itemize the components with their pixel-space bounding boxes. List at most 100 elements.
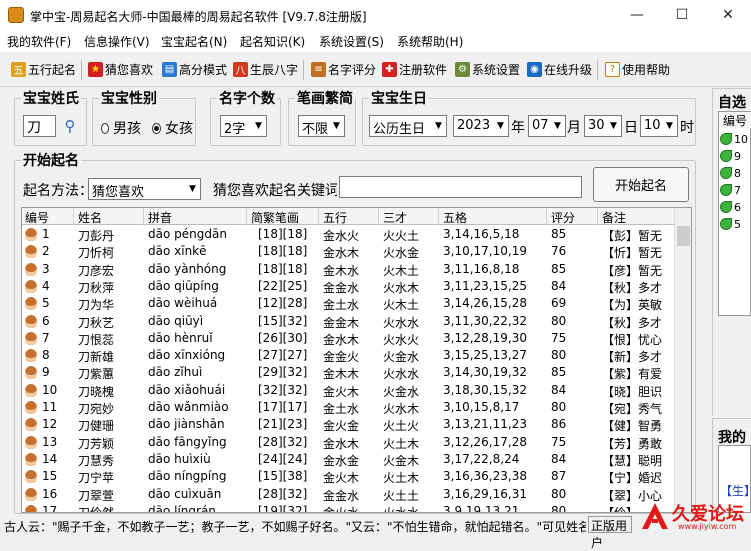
col-wuge-header[interactable]: 五格 bbox=[443, 209, 467, 226]
table-row[interactable]: 10 刀晓槐 dāo xiǎohuái [32][32] 金火木 火金水 3,18,30,1… bbox=[22, 382, 674, 399]
keyword-input[interactable] bbox=[339, 176, 582, 198]
calendar-type-select[interactable]: 公历生日 ▼ bbox=[369, 115, 447, 137]
tb-bazi-button[interactable]: 八生辰八字 bbox=[233, 58, 298, 80]
menu-baby-naming[interactable]: 宝宝起名(N) bbox=[161, 33, 227, 50]
table-row[interactable]: 12 刀健珊 dāo jiànshān [21][23] 金火金 火土火 3,13,21,1… bbox=[22, 416, 674, 433]
favorites-title: 自选 bbox=[718, 95, 746, 111]
surname-input[interactable]: 刀 bbox=[23, 115, 56, 137]
table-row[interactable]: 4 刀秋萍 dāo qiūpíng [22][25] 金金水 火水木 3,11,23,15,… bbox=[22, 278, 674, 295]
table-row[interactable]: 7 刀恨蕊 dāo hènruǐ [26][30] 金水木 火水火 3,12,28,19,3… bbox=[22, 330, 674, 347]
hour-select[interactable]: 10 ▼ bbox=[640, 115, 678, 137]
col-sancai-header[interactable]: 三才 bbox=[383, 209, 407, 226]
col-score-cell: 75 bbox=[551, 330, 567, 345]
method-select[interactable]: 猜您喜欢 ▼ bbox=[88, 178, 201, 200]
column-divider[interactable] bbox=[143, 208, 144, 225]
table-row[interactable]: 16 刀翠萱 dāo cuìxuān [28][32] 金金水 火土土 3,16,29,16… bbox=[22, 486, 674, 503]
col-wuge-cell: 3,16,36,23,38 bbox=[443, 469, 527, 484]
tb-guess-button[interactable]: ★ 猜您喜欢 bbox=[88, 58, 153, 80]
col-remark-cell: 【宛】秀气 bbox=[602, 402, 663, 416]
start-naming-label: 开始起名 bbox=[23, 153, 79, 169]
menu-info-ops[interactable]: 信息操作(V) bbox=[84, 33, 150, 50]
table-row[interactable]: 14 刀慧秀 dāo huìxiù [24][24] 金水金 火金木 3,17,22,8,2… bbox=[22, 451, 674, 468]
month-select[interactable]: 07 ▼ bbox=[528, 115, 566, 137]
table-row[interactable]: 6 刀秋艺 dāo qiūyì [15][32] 金金木 火水水 3,11,30,22,32… bbox=[22, 313, 674, 330]
table-row[interactable]: 1 刀彭丹 dāo péngdān [18][18] 金水火 火火土 3,14,16,5,1… bbox=[22, 226, 674, 243]
start-naming-button[interactable]: 开始起名 bbox=[593, 167, 689, 202]
baby-icon bbox=[25, 245, 37, 259]
table-row[interactable]: 8 刀新雄 dāo xīnxióng [27][27] 金金火 火金水 3,15,25,13… bbox=[22, 347, 674, 364]
year-select[interactable]: 2023 ▼ bbox=[453, 115, 509, 137]
baby-icon bbox=[25, 228, 37, 241]
leaf-icon bbox=[720, 218, 732, 230]
col-number-cell: 11 bbox=[42, 400, 58, 414]
col-number-cell: 9 bbox=[42, 365, 50, 380]
minimize-button[interactable]: — bbox=[614, 0, 660, 30]
menu-my-software[interactable]: 我的软件(F) bbox=[7, 33, 71, 50]
favorite-item[interactable]: 9 bbox=[720, 148, 751, 164]
tb-five-elements-button[interactable]: 五五行起名 bbox=[11, 58, 76, 80]
col-number-header[interactable]: 编号 bbox=[25, 209, 49, 226]
favorite-item[interactable]: 8 bbox=[720, 165, 751, 181]
column-divider[interactable] bbox=[73, 208, 74, 225]
name-count-select[interactable]: 2字 ▼ bbox=[220, 115, 267, 137]
favorite-item-label: 8 bbox=[734, 166, 741, 180]
favorite-item[interactable]: 7 bbox=[720, 182, 751, 198]
col-wuxing-header[interactable]: 五行 bbox=[323, 209, 347, 226]
favorite-item[interactable]: 6 bbox=[720, 199, 751, 215]
favorite-item[interactable]: 5 bbox=[720, 216, 751, 232]
baby-icon bbox=[25, 470, 37, 484]
menu-system-help[interactable]: 系统帮助(H) bbox=[397, 33, 463, 50]
maximize-button[interactable]: ☐ bbox=[659, 0, 705, 30]
search-icon[interactable]: ⚲ bbox=[59, 115, 81, 137]
tb-settings-button[interactable]: ⚙ 系统设置 bbox=[455, 58, 520, 80]
baby-icon bbox=[25, 331, 37, 345]
col-score-cell: 85 bbox=[551, 227, 567, 241]
stroke-select[interactable]: 不限 ▼ bbox=[298, 115, 345, 137]
table-row[interactable]: 9 刀紫蕙 dāo zǐhuì [29][32] 金木木 火水水 3,14,30,19,32… bbox=[22, 364, 674, 381]
table-row[interactable]: 17 刀伶然 dāo língrán [19][32] 金火水 火水水 3,9,19,13,… bbox=[22, 503, 674, 512]
toolbar-separator bbox=[81, 60, 82, 80]
menu-system-settings[interactable]: 系统设置(S) bbox=[319, 33, 384, 50]
table-row[interactable]: 2 刀忻柯 dāo xīnkē [18][18] 金水木 火水金 3,10,17,10,19… bbox=[22, 243, 674, 260]
tb-help-button[interactable]: ? 使用帮助 bbox=[605, 58, 670, 80]
window-title: 掌中宝-周易起名大师-中国最棒的周易起名软件 [V9.7.8注册版] bbox=[30, 10, 367, 24]
leaf-icon bbox=[720, 201, 732, 213]
col-number-cell: 6 bbox=[42, 313, 50, 328]
close-button[interactable]: ✕ bbox=[705, 0, 751, 30]
tb-upgrade-button[interactable]: ◉ 在线升级 bbox=[527, 58, 592, 80]
day-select[interactable]: 30 ▼ bbox=[584, 115, 622, 137]
column-divider[interactable] bbox=[318, 208, 319, 225]
vertical-scrollbar[interactable] bbox=[674, 208, 691, 512]
gender-male-radio[interactable]: 男孩 bbox=[101, 118, 141, 138]
gender-female-radio[interactable]: 女孩 bbox=[152, 118, 193, 138]
tb-high-score-button[interactable]: ▤ 高分模式 bbox=[162, 58, 227, 80]
method-label: 起名方法： bbox=[23, 183, 87, 199]
column-divider[interactable] bbox=[597, 208, 598, 225]
col-remark-cell: 【慧】聪明 bbox=[602, 453, 663, 468]
col-score-cell: 80 bbox=[551, 486, 567, 501]
column-divider[interactable] bbox=[546, 208, 547, 225]
column-divider[interactable] bbox=[378, 208, 379, 225]
col-strokes-header[interactable]: 简繁笔画 bbox=[251, 209, 299, 226]
col-score-header[interactable]: 评分 bbox=[551, 209, 575, 226]
col-pinyin-cell: dāo qiūpíng bbox=[148, 278, 219, 293]
col-name-header[interactable]: 姓名 bbox=[78, 209, 102, 226]
scrollbar-thumb[interactable] bbox=[677, 226, 690, 246]
table-row[interactable]: 11 刀宛妙 dāo wǎnmiào [17][17] 金土水 火水木 3,10,15,8,… bbox=[22, 399, 674, 416]
menu-naming-knowledge[interactable]: 起名知识(K) bbox=[240, 33, 305, 50]
table-row[interactable]: 3 刀彦宏 dāo yànhóng [18][18] 金木水 火木土 3,11,16,8,1… bbox=[22, 261, 674, 278]
tb-name-score-button[interactable]: ≡ 名字评分 bbox=[311, 58, 376, 80]
col-pinyin-header[interactable]: 拼音 bbox=[148, 209, 172, 226]
table-row[interactable]: 5 刀为华 dāo wèihuá [12][28] 金土水 火木土 3,14,26,15,2… bbox=[22, 295, 674, 312]
column-divider[interactable] bbox=[246, 208, 247, 225]
column-divider[interactable] bbox=[438, 208, 439, 225]
tb-register-button[interactable]: ✚ 注册软件 bbox=[382, 58, 447, 80]
table-row[interactable]: 15 刀宁苹 dāo níngpíng [15][38] 金火木 火土木 3,16,36,2… bbox=[22, 468, 674, 485]
col-remark-header[interactable]: 备注 bbox=[602, 209, 626, 226]
my-names-item[interactable]: 【生】 bbox=[720, 482, 751, 499]
favorite-item[interactable]: 10 bbox=[720, 131, 751, 147]
watermark-logo-icon bbox=[642, 503, 668, 529]
col-wuge-cell: 3,11,16,8,18 bbox=[443, 261, 520, 276]
app-icon bbox=[8, 7, 24, 23]
table-row[interactable]: 13 刀芳颖 dāo fāngyǐng [28][32] 金水木 火土木 3,12,26,1… bbox=[22, 434, 674, 451]
